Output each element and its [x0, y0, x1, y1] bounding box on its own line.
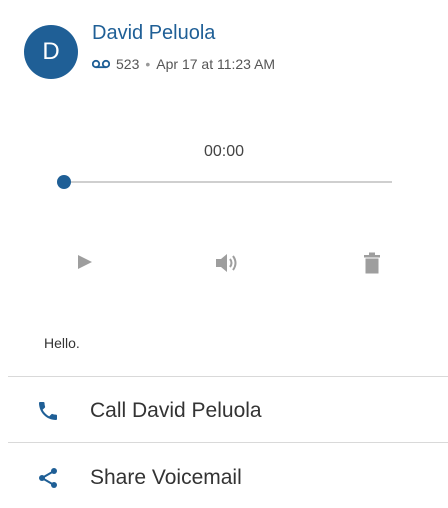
divider — [8, 376, 448, 377]
playback-time: 00:00 — [203, 143, 245, 160]
volume-icon[interactable] — [214, 252, 240, 274]
voicemail-icon — [92, 59, 110, 69]
seek-handle[interactable] — [57, 175, 71, 189]
call-contact-label: Call David Peluola — [90, 399, 262, 422]
share-voicemail-label: Share Voicemail — [90, 466, 242, 489]
seek-track[interactable] — [64, 181, 392, 183]
avatar-initial: D — [42, 38, 60, 65]
transcript-text: Hello. — [44, 335, 80, 351]
share-icon — [39, 468, 57, 488]
call-contact-button[interactable]: Call David Peluola — [0, 381, 448, 441]
extension: 523 — [116, 56, 140, 72]
divider — [8, 442, 448, 443]
share-voicemail-button[interactable]: Share Voicemail — [0, 448, 448, 508]
avatar: D — [24, 25, 78, 79]
meta-separator: • — [145, 56, 151, 72]
phone-icon — [39, 402, 57, 420]
voicemail-meta: 523 • Apr 17 at 11:23 AM — [92, 56, 275, 72]
play-icon[interactable] — [76, 252, 94, 272]
trash-icon[interactable] — [362, 252, 382, 274]
contact-name: David Peluola — [92, 22, 216, 44]
voicemail-datetime: Apr 17 at 11:23 AM — [156, 56, 276, 72]
